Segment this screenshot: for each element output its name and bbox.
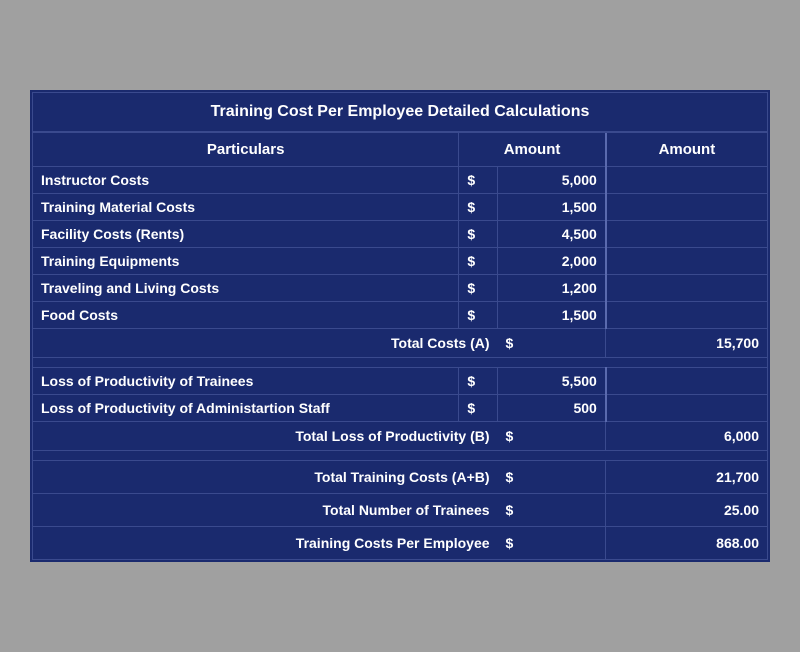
row-label: Loss of Productivity of Administartion S… — [33, 395, 459, 422]
row-amount2 — [606, 275, 768, 302]
dollar-sign: $ — [459, 275, 498, 302]
total-row-1: Total Training Costs (A+B) $ 21,700 — [33, 461, 768, 494]
table-row: Training Material Costs $ 1,500 — [33, 194, 768, 221]
total-value-3: 868.00 — [606, 527, 768, 560]
table-row: Instructor Costs $ 5,000 — [33, 167, 768, 194]
subtotal-row-2: Total Loss of Productivity (B) $ 6,000 — [33, 422, 768, 451]
main-table: Training Cost Per Employee Detailed Calc… — [32, 92, 768, 560]
row-value: 5,000 — [498, 167, 606, 194]
row-label: Training Equipments — [33, 248, 459, 275]
subtotal-value-2: 6,000 — [606, 422, 768, 451]
row-value: 500 — [498, 395, 606, 422]
header-amount2: Amount — [606, 132, 768, 167]
row-amount2 — [606, 368, 768, 395]
table-wrapper: Training Cost Per Employee Detailed Calc… — [30, 90, 770, 562]
total-dollar-3: $ — [498, 527, 606, 560]
dollar-sign: $ — [459, 248, 498, 275]
total-dollar-2: $ — [498, 494, 606, 527]
row-value: 1,500 — [498, 194, 606, 221]
row-amount2 — [606, 221, 768, 248]
table-row: Food Costs $ 1,500 — [33, 302, 768, 329]
row-amount2 — [606, 302, 768, 329]
table-row: Loss of Productivity of Trainees $ 5,500 — [33, 368, 768, 395]
row-value: 4,500 — [498, 221, 606, 248]
total-label-1: Total Training Costs (A+B) — [33, 461, 498, 494]
row-value: 1,500 — [498, 302, 606, 329]
row-label: Food Costs — [33, 302, 459, 329]
table-title: Training Cost Per Employee Detailed Calc… — [33, 93, 768, 133]
dollar-sign: $ — [459, 194, 498, 221]
dollar-sign: $ — [459, 368, 498, 395]
row-value: 1,200 — [498, 275, 606, 302]
row-value: 2,000 — [498, 248, 606, 275]
table-row: Facility Costs (Rents) $ 4,500 — [33, 221, 768, 248]
row-label: Traveling and Living Costs — [33, 275, 459, 302]
header-row: Particulars Amount Amount — [33, 132, 768, 167]
table-row: Loss of Productivity of Administartion S… — [33, 395, 768, 422]
subtotal-dollar-1: $ — [498, 329, 606, 358]
row-label: Instructor Costs — [33, 167, 459, 194]
blank-row-1 — [33, 358, 768, 368]
dollar-sign: $ — [459, 221, 498, 248]
row-amount2 — [606, 194, 768, 221]
table-row: Traveling and Living Costs $ 1,200 — [33, 275, 768, 302]
dollar-sign: $ — [459, 395, 498, 422]
row-amount2 — [606, 167, 768, 194]
row-amount2 — [606, 248, 768, 275]
dollar-sign: $ — [459, 167, 498, 194]
total-value-2: 25.00 — [606, 494, 768, 527]
blank-row-2 — [33, 451, 768, 461]
row-value: 5,500 — [498, 368, 606, 395]
subtotal-label-2: Total Loss of Productivity (B) — [33, 422, 498, 451]
row-amount2 — [606, 395, 768, 422]
total-label-3: Training Costs Per Employee — [33, 527, 498, 560]
dollar-sign: $ — [459, 302, 498, 329]
total-value-1: 21,700 — [606, 461, 768, 494]
total-row-2: Total Number of Trainees $ 25.00 — [33, 494, 768, 527]
header-amount1: Amount — [459, 132, 606, 167]
row-label: Loss of Productivity of Trainees — [33, 368, 459, 395]
subtotal-label-1: Total Costs (A) — [33, 329, 498, 358]
table-row: Training Equipments $ 2,000 — [33, 248, 768, 275]
title-row: Training Cost Per Employee Detailed Calc… — [33, 93, 768, 133]
header-particulars: Particulars — [33, 132, 459, 167]
total-label-2: Total Number of Trainees — [33, 494, 498, 527]
row-label: Training Material Costs — [33, 194, 459, 221]
row-label: Facility Costs (Rents) — [33, 221, 459, 248]
total-row-3: Training Costs Per Employee $ 868.00 — [33, 527, 768, 560]
subtotal-row-1: Total Costs (A) $ 15,700 — [33, 329, 768, 358]
subtotal-dollar-2: $ — [498, 422, 606, 451]
subtotal-value-1: 15,700 — [606, 329, 768, 358]
total-dollar-1: $ — [498, 461, 606, 494]
